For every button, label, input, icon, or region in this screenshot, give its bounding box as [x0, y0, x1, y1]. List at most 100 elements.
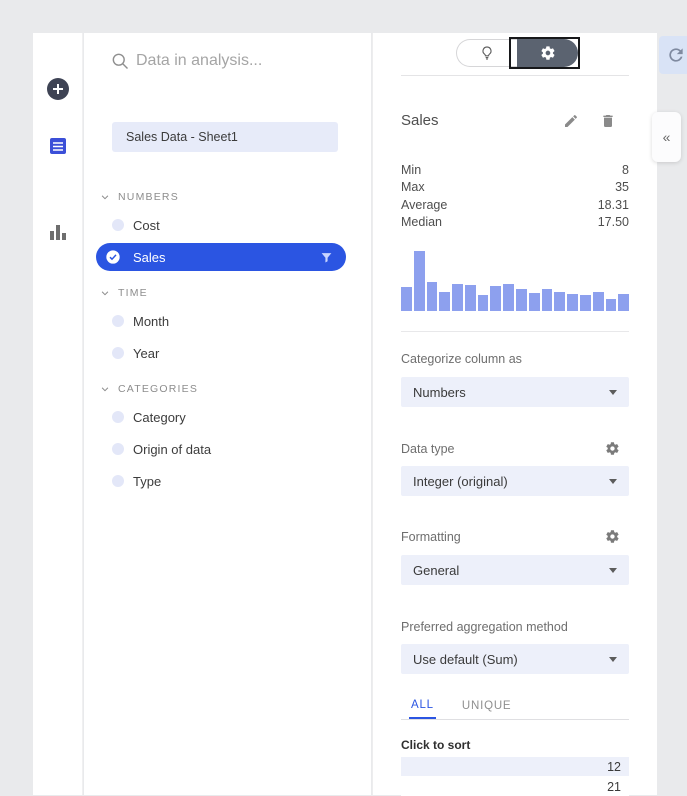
- histogram-bar: [452, 284, 463, 311]
- formatting-settings-button[interactable]: [604, 529, 620, 545]
- divider: [401, 719, 629, 720]
- categorize-column-dropdown[interactable]: Numbers: [401, 377, 629, 407]
- caret-down-icon: [609, 479, 617, 484]
- histogram-bar: [465, 285, 476, 311]
- column-dot: [112, 411, 124, 423]
- section-header-time[interactable]: TIME: [100, 286, 148, 300]
- histogram-bar: [618, 294, 629, 311]
- dropdown-value: Numbers: [413, 385, 466, 400]
- section-header-categories[interactable]: CATEGORIES: [100, 382, 198, 396]
- data-type-label: Data type: [401, 441, 455, 457]
- histogram-bar: [401, 287, 412, 311]
- tab-all[interactable]: ALL: [409, 699, 436, 719]
- column-details-panel: Sales Min8 Max35 Average18.31 Median17.5…: [372, 33, 657, 795]
- visualizations-button[interactable]: [46, 220, 70, 244]
- chevron-down-icon: [100, 384, 110, 394]
- focus-indicator: [509, 37, 580, 69]
- column-item-year[interactable]: Year: [96, 339, 346, 367]
- caret-down-icon: [609, 657, 617, 662]
- left-toolbar: [33, 33, 83, 795]
- histogram-bar: [567, 294, 578, 311]
- filter-icon[interactable]: [320, 251, 333, 264]
- histogram-bar: [554, 292, 565, 311]
- search-input[interactable]: [136, 47, 336, 75]
- histogram-bar: [414, 251, 425, 311]
- value-cell: 21: [607, 780, 621, 794]
- column-label: Category: [133, 410, 186, 425]
- gear-icon: [605, 441, 620, 456]
- column-item-sales[interactable]: Sales: [96, 243, 346, 271]
- column-dot: [112, 219, 124, 231]
- caret-down-icon: [609, 568, 617, 573]
- histogram-bar: [593, 292, 604, 311]
- column-dot: [112, 315, 124, 327]
- section-label: TIME: [118, 287, 148, 299]
- column-item-cost[interactable]: Cost: [96, 211, 346, 239]
- column-dot: [112, 347, 124, 359]
- histogram-bar: [427, 282, 438, 311]
- trash-icon: [600, 113, 616, 129]
- column-dot: [112, 475, 124, 487]
- histogram-bar: [529, 293, 540, 311]
- gear-icon: [605, 529, 620, 544]
- refresh-icon: [666, 45, 686, 65]
- lightbulb-icon: [479, 45, 495, 61]
- column-label: Cost: [133, 218, 160, 233]
- bar-chart-icon: [46, 220, 70, 244]
- divider: [401, 331, 629, 332]
- dropdown-value: General: [413, 563, 459, 578]
- dropdown-value: Integer (original): [413, 474, 508, 489]
- insights-toggle-button[interactable]: [456, 39, 517, 67]
- column-item-category[interactable]: Category: [96, 403, 346, 431]
- data-in-analysis-panel: Sales Data - Sheet1 NUMBERS Cost Sales T…: [84, 33, 371, 795]
- histogram-bar: [503, 284, 514, 311]
- data-type-settings-button[interactable]: [604, 441, 620, 457]
- section-header-numbers[interactable]: NUMBERS: [100, 190, 179, 204]
- data-panel-button[interactable]: [46, 134, 70, 158]
- collapse-panel-button[interactable]: «: [652, 112, 681, 162]
- column-label: Year: [133, 346, 159, 361]
- add-button[interactable]: [46, 77, 70, 101]
- sort-header[interactable]: Click to sort: [401, 738, 470, 752]
- column-label: Month: [133, 314, 169, 329]
- values-tabs: ALL UNIQUE: [409, 699, 513, 719]
- categorize-label: Categorize column as: [401, 351, 522, 367]
- tab-unique[interactable]: UNIQUE: [460, 699, 514, 719]
- stat-median: Median17.50: [401, 214, 629, 232]
- histogram-bar: [490, 286, 501, 311]
- value-row[interactable]: 21: [401, 777, 629, 796]
- value-row[interactable]: 12: [401, 757, 629, 776]
- check-circle-icon: [105, 249, 121, 265]
- data-type-dropdown[interactable]: Integer (original): [401, 466, 629, 496]
- data-table-item[interactable]: Sales Data - Sheet1: [112, 122, 338, 152]
- section-label: NUMBERS: [118, 191, 179, 203]
- data-table-name: Sales Data - Sheet1: [126, 130, 238, 144]
- histogram-bar: [516, 289, 527, 311]
- formatting-label: Formatting: [401, 529, 461, 545]
- column-item-month[interactable]: Month: [96, 307, 346, 335]
- aggregation-dropdown[interactable]: Use default (Sum): [401, 644, 629, 674]
- column-item-type[interactable]: Type: [96, 467, 346, 495]
- dropdown-value: Use default (Sum): [413, 652, 518, 667]
- column-item-origin-of-data[interactable]: Origin of data: [96, 435, 346, 463]
- histogram-bar: [606, 299, 617, 311]
- formatting-dropdown[interactable]: General: [401, 555, 629, 585]
- section-label: CATEGORIES: [118, 383, 198, 395]
- column-title: Sales: [401, 112, 439, 129]
- caret-down-icon: [609, 390, 617, 395]
- histogram: [401, 251, 629, 311]
- histogram-bar: [580, 295, 591, 311]
- column-label: Sales: [133, 250, 166, 265]
- column-label: Type: [133, 474, 161, 489]
- histogram-bar: [478, 295, 489, 311]
- edit-button[interactable]: [563, 113, 579, 129]
- column-label: Origin of data: [133, 442, 211, 457]
- divider: [401, 75, 629, 76]
- chevron-down-icon: [100, 288, 110, 298]
- chevron-down-icon: [100, 192, 110, 202]
- refresh-button[interactable]: [659, 36, 687, 74]
- aggregation-label: Preferred aggregation method: [401, 619, 568, 635]
- delete-button[interactable]: [600, 113, 616, 129]
- pencil-icon: [563, 113, 579, 129]
- histogram-bar: [439, 292, 450, 311]
